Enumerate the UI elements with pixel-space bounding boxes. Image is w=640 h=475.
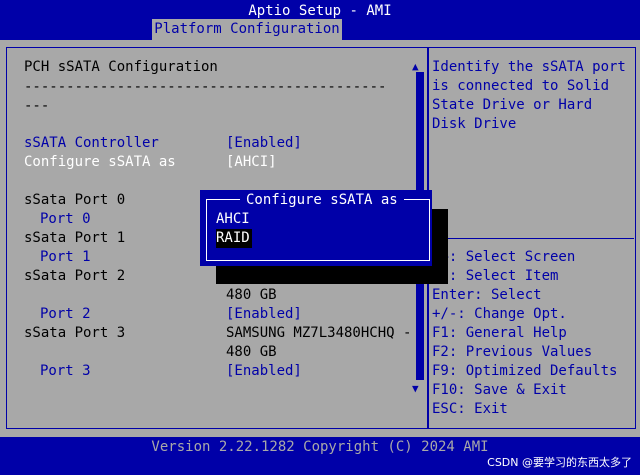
port-0-item[interactable]: Port 0 bbox=[40, 210, 91, 229]
help-text-line: State Drive or Hard bbox=[432, 97, 593, 113]
ssata-port-2-label: sSata Port 2 bbox=[24, 268, 126, 284]
key-hint-f9: F9: Optimized Defaults bbox=[432, 363, 618, 379]
tab-platform-configuration[interactable]: Platform Configuration bbox=[152, 19, 342, 40]
port-3-device-size: 480 GB bbox=[226, 344, 277, 360]
key-hint-f2: F2: Previous Values bbox=[432, 344, 593, 360]
port-2-device-size: 480 GB bbox=[226, 287, 277, 303]
help-text-line: Disk Drive bbox=[432, 116, 517, 132]
ssata-port-3-label: sSata Port 3 bbox=[24, 325, 126, 341]
help-text-line: is connected to Solid bbox=[432, 78, 610, 94]
key-hint-f10: F10: Save & Exit bbox=[432, 382, 567, 398]
port-2-value[interactable]: [Enabled] bbox=[226, 305, 302, 324]
key-hint-change-opt: +/-: Change Opt. bbox=[432, 306, 567, 322]
configure-ssata-value[interactable]: [AHCI] bbox=[226, 153, 277, 172]
key-hint-select-screen: →←: Select Screen bbox=[432, 249, 576, 265]
version-text: Version 2.22.1282 Copyright (C) 2024 AMI bbox=[151, 439, 489, 455]
ssata-port-1-label: sSata Port 1 bbox=[24, 230, 126, 246]
popup-option-ahci[interactable]: AHCI bbox=[216, 210, 250, 229]
scroll-down-icon[interactable]: ▼ bbox=[412, 383, 419, 394]
section-title: PCH sSATA Configuration bbox=[24, 59, 218, 75]
ssata-controller-value[interactable]: [Enabled] bbox=[226, 134, 302, 153]
port-3-value[interactable]: [Enabled] bbox=[226, 362, 302, 381]
port-1-item[interactable]: Port 1 bbox=[40, 248, 91, 267]
ssata-controller-label[interactable]: sSATA Controller bbox=[24, 134, 159, 153]
port-2-item[interactable]: Port 2 bbox=[40, 305, 91, 324]
ssata-port-0-label: sSata Port 0 bbox=[24, 192, 126, 208]
separator-line: ----------------------------------------… bbox=[24, 79, 387, 95]
port-3-item[interactable]: Port 3 bbox=[40, 362, 91, 381]
key-hint-select-item: ↑↓: Select Item bbox=[432, 268, 559, 284]
configure-ssata-label[interactable]: Configure sSATA as bbox=[24, 153, 176, 172]
key-hint-enter: Enter: Select bbox=[432, 287, 542, 303]
key-hint-f1: F1: General Help bbox=[432, 325, 567, 341]
help-text-line: Identify the sSATA port bbox=[432, 59, 626, 75]
port-3-device-model: SAMSUNG MZ7L3480HCHQ - bbox=[226, 325, 412, 341]
popup-title: Configure sSATA as bbox=[240, 191, 404, 210]
key-hint-esc: ESC: Exit bbox=[432, 401, 508, 417]
separator-line: --- bbox=[24, 98, 50, 114]
watermark-text: CSDN @要学习的东西太多了 bbox=[487, 456, 632, 469]
popup-option-raid[interactable]: RAID bbox=[216, 229, 252, 248]
scroll-up-icon[interactable]: ▲ bbox=[412, 61, 419, 72]
help-divider bbox=[429, 238, 634, 239]
